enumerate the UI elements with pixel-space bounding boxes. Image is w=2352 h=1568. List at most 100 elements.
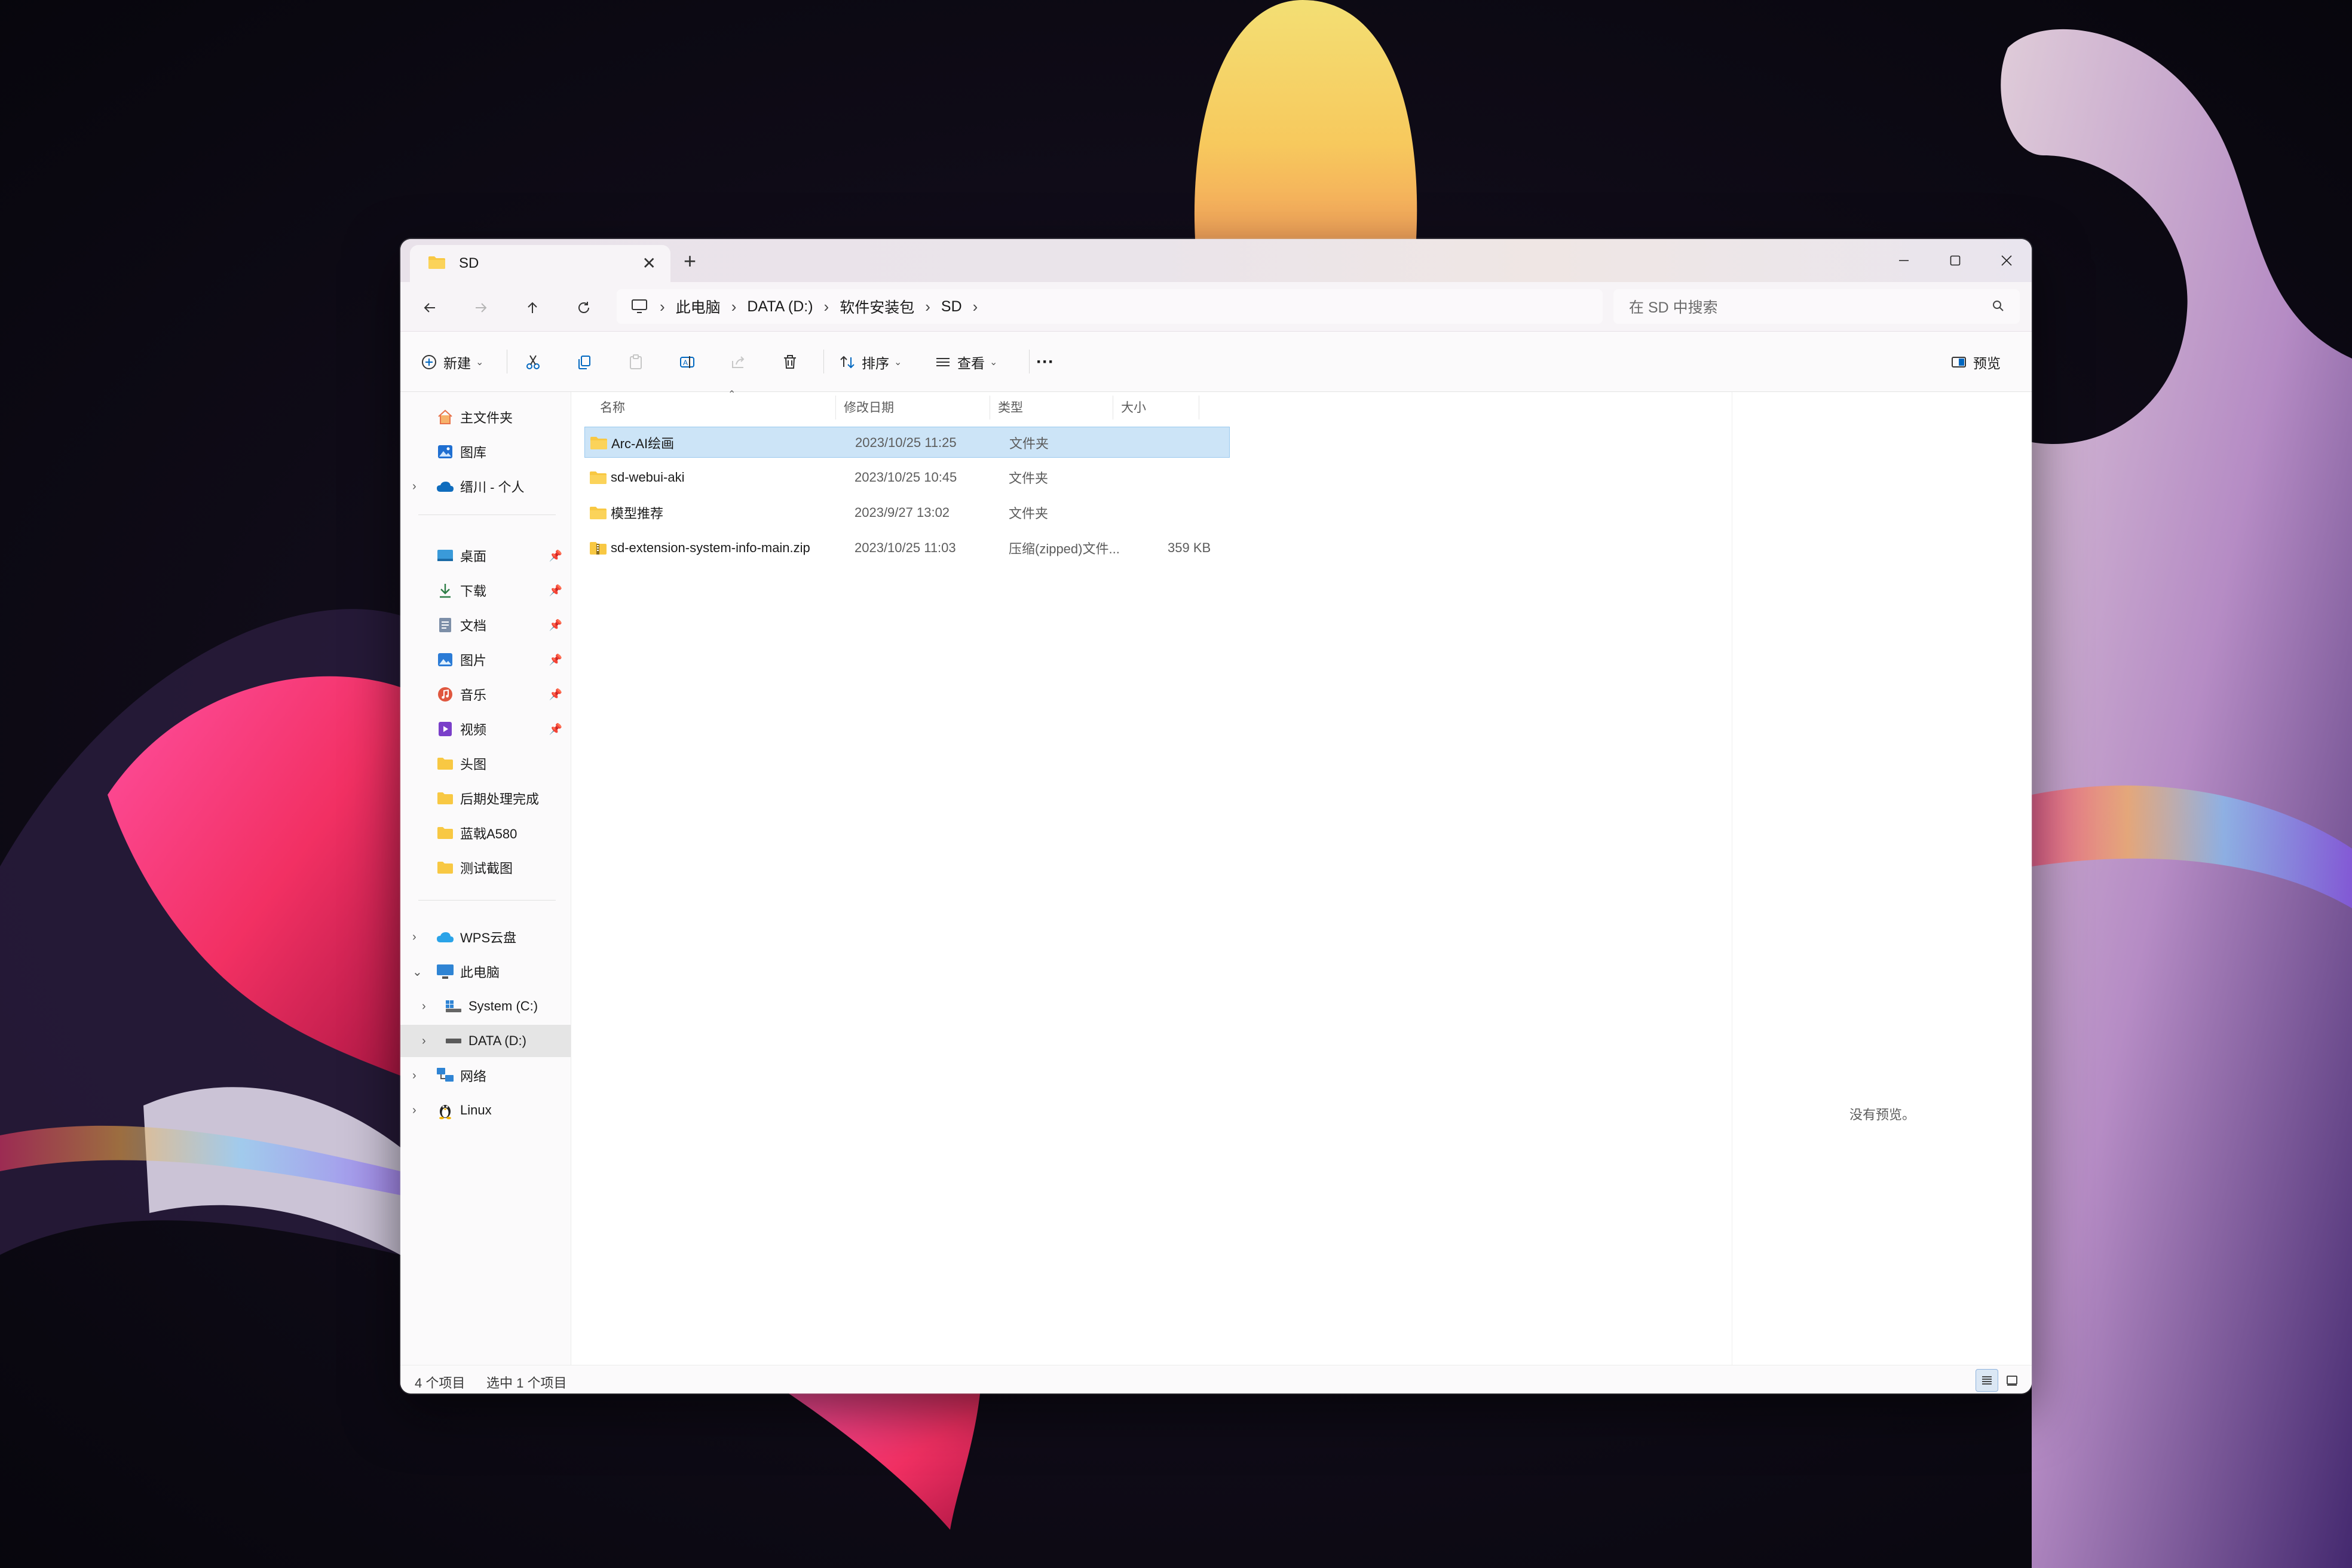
sidebar-item-music[interactable]: 音乐 📌 [400,678,571,710]
pin-icon[interactable]: 📌 [549,654,562,666]
arrow-left-icon [424,303,435,313]
sidebar-item-network[interactable]: › 网络 [400,1059,571,1092]
sidebar-item-gallery[interactable]: 图库 [400,436,571,468]
preview-label: 预览 [1973,356,2001,371]
more-options-button[interactable]: ··· [1036,347,1054,377]
folder-icon [589,497,607,528]
arrow-right-icon [476,303,487,313]
sidebar-item-pictures[interactable]: 图片 📌 [400,644,571,676]
trash-icon [784,355,796,369]
new-tab-button[interactable]: + [684,249,696,273]
chevron-down-icon: ⌄ [990,357,998,368]
minimize-button[interactable] [1878,239,1930,282]
details-view-button[interactable] [1976,1369,1998,1392]
delete-button[interactable] [782,347,798,377]
selected-count: 选中 1 个项目 [486,1376,567,1391]
divider [418,900,556,901]
file-row[interactable]: sd-webui-aki 2023/10/25 10:45 文件夹 [584,462,1230,493]
sidebar-item-folder[interactable]: 头图 [400,748,571,780]
file-row[interactable]: sd-extension-system-info-main.zip 2023/1… [584,532,1230,564]
cloud-icon [436,477,454,495]
chevron-right-icon[interactable]: › [412,1069,424,1083]
plus-circle-icon [422,355,436,369]
chevron-right-icon[interactable]: › [925,298,930,316]
sort-button[interactable]: 排序 ⌄ [839,347,902,377]
sidebar-item-onedrive[interactable]: › 缙川 - 个人 [400,470,571,503]
file-type: 文件夹 [1009,471,1049,486]
tab-sd[interactable]: SD ✕ [410,245,670,282]
pin-icon[interactable]: 📌 [549,619,562,632]
chevron-down-icon: ⌄ [894,357,902,368]
sidebar-label: 图库 [460,445,487,460]
sidebar-item-linux[interactable]: › Linux [400,1094,571,1126]
sort-ascending-icon: ⌃ [728,390,736,400]
sidebar-label: 下载 [460,584,487,599]
breadcrumb-this-pc[interactable]: 此电脑 [676,296,721,317]
chevron-right-icon[interactable]: › [824,298,829,316]
close-tab-icon[interactable]: ✕ [642,254,656,273]
chevron-down-icon[interactable]: ⌄ [412,964,424,979]
column-header-name[interactable]: 名称 [600,392,625,422]
up-button[interactable] [517,293,547,323]
sidebar-item-data-d[interactable]: › DATA (D:) [400,1025,571,1057]
chevron-down-icon: ⌄ [476,357,484,368]
chevron-right-icon[interactable]: › [973,298,978,316]
paste-button[interactable] [627,347,644,377]
chevron-right-icon[interactable]: › [412,930,424,944]
copy-button[interactable] [576,347,593,377]
sidebar-item-documents[interactable]: 文档 📌 [400,609,571,641]
back-button[interactable] [415,293,445,323]
search-box[interactable]: 在 SD 中搜索 [1613,289,2020,324]
column-header-modified[interactable]: 修改日期 [844,392,894,422]
zip-folder-icon [589,532,607,564]
column-divider[interactable] [835,396,836,419]
close-window-button[interactable] [1981,239,2032,282]
preview-pane-button[interactable]: 预览 [1950,347,2001,377]
chevron-right-icon[interactable]: › [422,1000,434,1013]
chevron-right-icon[interactable]: › [412,480,424,494]
chevron-right-icon[interactable]: › [660,298,665,316]
maximize-button[interactable] [1930,239,1981,282]
sidebar-item-videos[interactable]: 视频 📌 [400,713,571,745]
sidebar-item-folder[interactable]: 测试截图 [400,852,571,884]
pin-icon[interactable]: 📌 [549,688,562,701]
cut-button[interactable] [525,347,541,377]
preview-pane: 没有预览。 [1732,392,2032,1365]
navigation-bar: › 此电脑 › DATA (D:) › 软件安装包 › SD › 在 SD 中搜… [400,282,2032,332]
column-header-type[interactable]: 类型 [998,392,1023,422]
share-button[interactable] [730,347,747,377]
breadcrumb-sd[interactable]: SD [941,298,962,316]
view-button[interactable]: 查看 ⌄ [935,347,997,377]
sidebar-item-folder[interactable]: 后期处理完成 [400,782,571,814]
chevron-right-icon[interactable]: › [731,298,737,316]
breadcrumb-software[interactable]: 软件安装包 [840,296,914,317]
chevron-right-icon[interactable]: › [422,1034,434,1048]
new-button[interactable]: 新建 ⌄ [421,347,483,377]
column-label: 名称 [600,401,625,415]
column-header-size[interactable]: 大小 [1121,392,1146,422]
sidebar-item-desktop[interactable]: 桌面 📌 [400,540,571,572]
file-row[interactable]: 模型推荐 2023/9/27 13:02 文件夹 [584,497,1230,528]
sidebar-label: 图片 [460,653,487,668]
sidebar-item-home[interactable]: 主文件夹 [400,401,571,433]
copy-icon [578,356,590,369]
pin-icon[interactable]: 📌 [549,550,562,562]
forward-button[interactable] [466,293,496,323]
chevron-right-icon[interactable]: › [412,1104,424,1117]
divider [1029,350,1030,373]
file-row[interactable]: Arc-AI绘画 2023/10/25 11:25 文件夹 [584,427,1230,458]
pin-icon[interactable]: 📌 [549,723,562,736]
gallery-icon [436,443,454,461]
refresh-button[interactable] [569,293,599,323]
large-icons-view-button[interactable] [2001,1369,2023,1392]
sidebar-item-this-pc[interactable]: ⌄ 此电脑 [400,956,571,988]
sidebar-item-wps-cloud[interactable]: › WPS云盘 [400,921,571,953]
sidebar-item-downloads[interactable]: 下载 📌 [400,574,571,607]
pin-icon[interactable]: 📌 [549,584,562,597]
rename-button[interactable]: A [679,347,696,377]
address-bar[interactable]: › 此电脑 › DATA (D:) › 软件安装包 › SD › [617,289,1603,324]
sidebar-item-folder[interactable]: 蓝戟A580 [400,817,571,849]
breadcrumb-data-d[interactable]: DATA (D:) [747,298,813,316]
cloud-icon [436,928,454,946]
sidebar-item-system-c[interactable]: › System (C:) [400,990,571,1022]
